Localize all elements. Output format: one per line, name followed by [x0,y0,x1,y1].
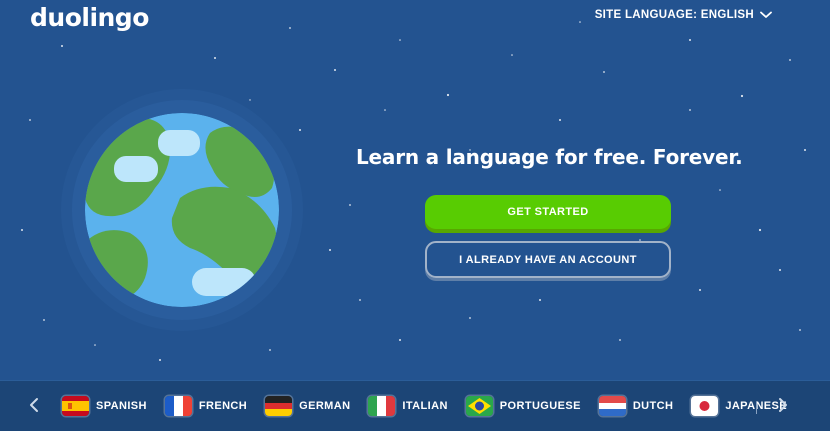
language-item-french[interactable]: FRENCH [164,396,248,416]
language-item-portuguese[interactable]: PORTUGUESE [465,396,581,416]
language-bar: SPANISH FRENCH GERMAN ITALIAN PORTUGUESE [0,380,830,431]
language-item-japanese[interactable]: JAPANESE [691,396,787,416]
have-account-button[interactable]: I ALREADY HAVE AN ACCOUNT [425,241,671,278]
language-label: GERMAN [299,400,351,412]
japan-flag-icon [691,396,719,416]
language-item-italian[interactable]: ITALIAN [368,396,447,416]
language-item-dutch[interactable]: DUTCH [598,396,674,416]
germany-flag-icon [265,396,293,416]
globe-illustration [61,89,303,331]
language-label: PORTUGUESE [499,400,581,412]
language-item-german[interactable]: GERMAN [265,396,350,416]
language-item-spanish[interactable]: SPANISH [62,396,147,416]
italy-flag-icon [368,396,396,416]
chevron-down-icon [760,11,772,18]
language-label: ITALIAN [402,400,448,412]
duolingo-logo[interactable]: duolingo [30,3,149,32]
chevron-left-icon[interactable] [26,397,42,413]
language-label: SPANISH [96,400,147,412]
hero-headline: Learn a language for free. Forever. [356,145,743,169]
netherlands-flag-icon [598,396,626,416]
get-started-button[interactable]: GET STARTED [425,195,671,229]
brazil-flag-icon [465,396,493,416]
language-label: FRENCH [198,400,248,412]
site-language-selector[interactable]: SITE LANGUAGE: ENGLISH [595,9,772,21]
language-bar-divider [756,402,757,414]
language-label: DUTCH [632,400,674,412]
language-list: SPANISH FRENCH GERMAN ITALIAN PORTUGUESE [62,381,805,431]
chevron-right-icon[interactable] [775,397,791,413]
site-language-label: SITE LANGUAGE: ENGLISH [594,9,754,21]
france-flag-icon [164,396,192,416]
spain-flag-icon [62,396,89,416]
